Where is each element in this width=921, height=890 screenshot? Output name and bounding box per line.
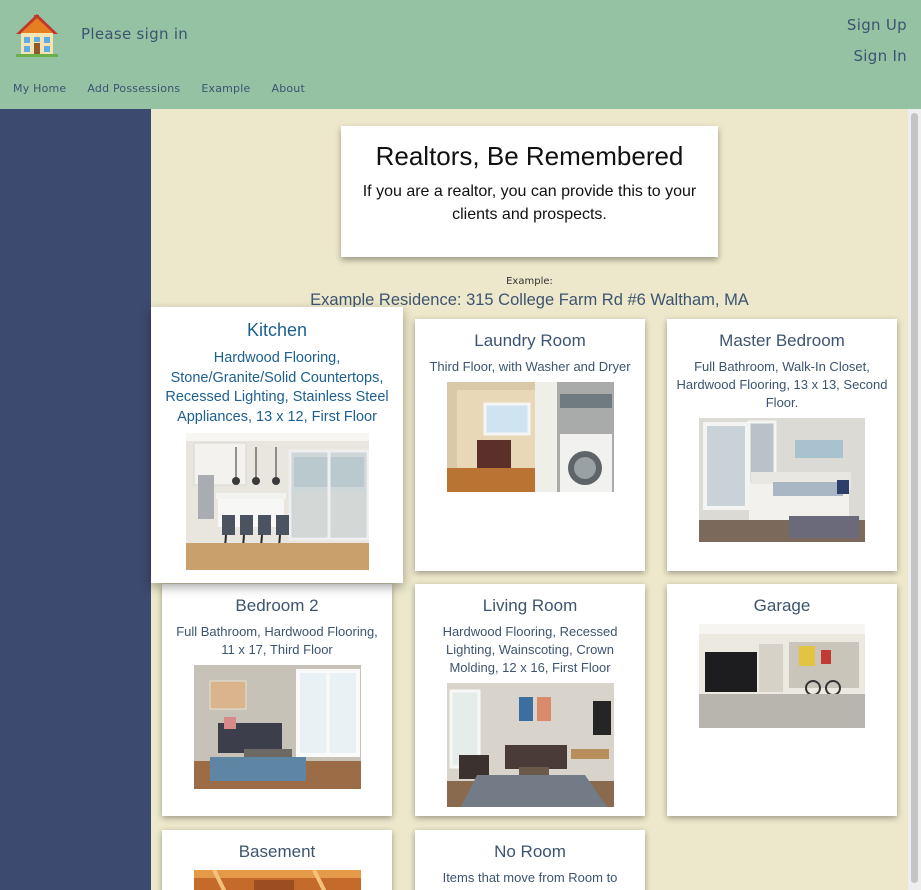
nav-my-home[interactable]: My Home <box>13 82 66 95</box>
house-icon[interactable] <box>14 12 60 58</box>
nav-add-possessions[interactable]: Add Possessions <box>87 82 180 95</box>
realtor-banner: Realtors, Be Remembered If you are a rea… <box>341 126 718 257</box>
room-description: Full Bathroom, Hardwood Flooring, 11 x 1… <box>176 624 378 657</box>
room-card-kitchen[interactable]: Kitchen Hardwood Flooring, Stone/Granite… <box>151 307 403 583</box>
nav-example[interactable]: Example <box>201 82 250 95</box>
sign-up-link[interactable]: Sign Up <box>847 10 907 41</box>
room-title: Bedroom 2 <box>235 596 319 615</box>
room-description: Hardwood Flooring, Recessed Lighting, Wa… <box>442 624 618 675</box>
living-room-photo <box>446 683 614 807</box>
room-card-master-bedroom[interactable]: Master Bedroom Full Bathroom, Walk-In Cl… <box>667 319 897 571</box>
room-card-living-room[interactable]: Living Room Hardwood Flooring, Recessed … <box>415 584 645 816</box>
room-title: No Room <box>494 842 566 861</box>
nav-about[interactable]: About <box>271 82 305 95</box>
auth-links: Sign Up Sign In <box>847 10 907 72</box>
room-card-basement[interactable]: Basement <box>162 830 392 890</box>
room-title: Master Bedroom <box>719 331 845 350</box>
main-nav: My Home Add Possessions Example About <box>13 82 326 95</box>
example-label: Example: <box>506 276 553 287</box>
room-title: Laundry Room <box>474 331 586 350</box>
room-title: Kitchen <box>246 320 308 340</box>
sidebar <box>0 109 151 890</box>
room-description: Full Bathroom, Walk-In Closet, Hardwood … <box>676 359 888 410</box>
bedroom-2-photo <box>193 665 361 789</box>
master-bedroom-photo <box>699 418 865 542</box>
room-card-bedroom-2[interactable]: Bedroom 2 Full Bathroom, Hardwood Floori… <box>162 584 392 816</box>
kitchen-photo <box>185 433 369 570</box>
room-card-garage[interactable]: Garage <box>667 584 897 816</box>
garage-photo <box>699 624 865 728</box>
room-title: Garage <box>753 596 811 615</box>
sign-in-status: Please sign in <box>81 25 189 43</box>
sign-in-link[interactable]: Sign In <box>847 41 907 72</box>
banner-title: Realtors, Be Remembered <box>375 141 684 171</box>
room-card-laundry-room[interactable]: Laundry Room Third Floor, with Washer an… <box>415 319 645 571</box>
laundry-room-photo <box>446 382 614 492</box>
header: Please sign in Sign Up Sign In My Home A… <box>0 0 921 109</box>
room-title: Living Room <box>482 596 578 615</box>
room-description: Items that move from Room to <box>442 870 618 885</box>
room-card-no-room[interactable]: No Room Items that move from Room to <box>415 830 645 890</box>
scrollbar-thumb[interactable] <box>911 113 918 883</box>
room-title: Basement <box>238 842 316 861</box>
basement-photo <box>193 870 361 890</box>
banner-text: If you are a realtor, you can provide th… <box>362 183 697 223</box>
room-description: Hardwood Flooring, Stone/Granite/Solid C… <box>165 350 389 425</box>
room-description: Third Floor, with Washer and Dryer <box>429 359 631 374</box>
